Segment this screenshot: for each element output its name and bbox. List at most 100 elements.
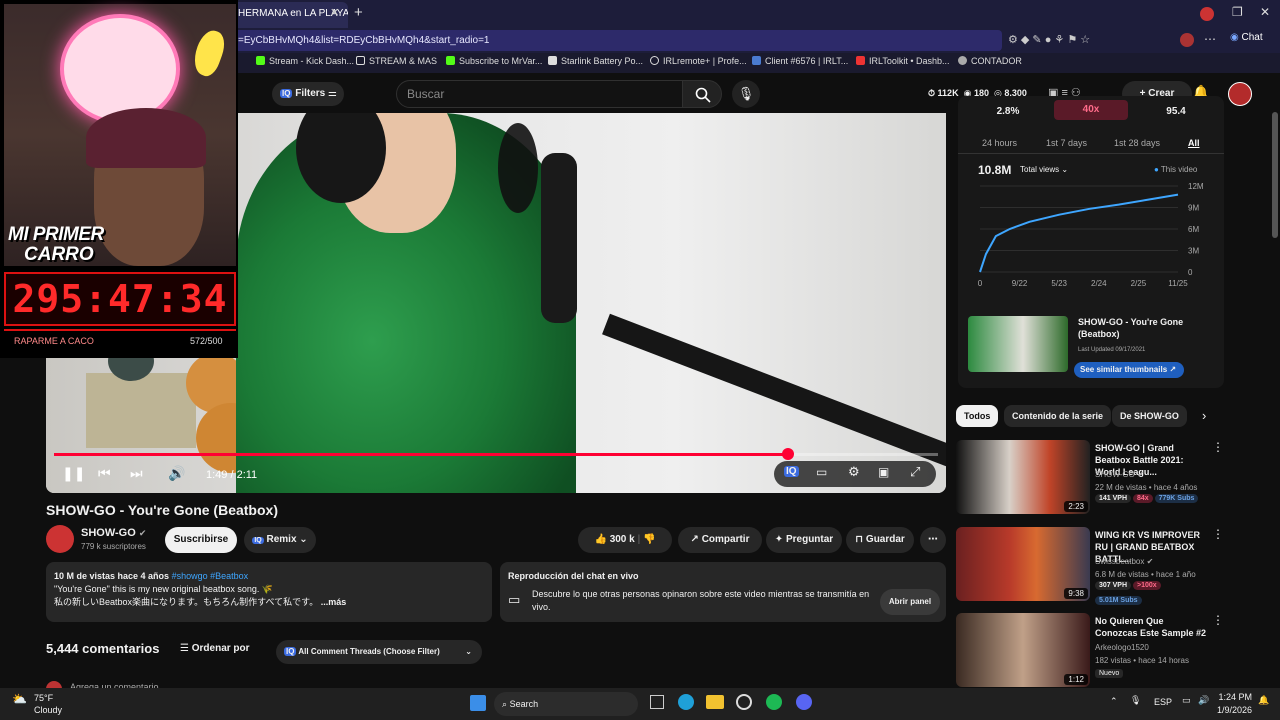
- range-tab[interactable]: 1st 7 days: [1046, 138, 1087, 148]
- search-icon: ⌕: [502, 699, 508, 709]
- video-thumbnail[interactable]: [968, 316, 1068, 372]
- restore-icon[interactable]: ❐: [1232, 5, 1243, 19]
- like-button[interactable]: 👍 300 k | 👎: [578, 527, 672, 553]
- task-view-icon[interactable]: [650, 695, 664, 709]
- weather-icon[interactable]: ⛅: [12, 692, 27, 706]
- more-menu-icon[interactable]: ⋯: [1204, 32, 1216, 46]
- live-chat-replay-box: Reproducción del chat en vivo ▭ Descubre…: [500, 562, 946, 622]
- microphone-icon[interactable]: 🎙: [1130, 695, 1141, 706]
- progress-handle[interactable]: [781, 448, 794, 460]
- chip-series[interactable]: Contenido de la serie: [1004, 405, 1112, 427]
- comment-filter-select[interactable]: IQ All Comment Threads (Choose Filter) ⌄: [276, 640, 482, 664]
- bookmark-item[interactable]: Starlink Battery Po...: [548, 56, 643, 66]
- range-tab[interactable]: 1st 28 days: [1114, 138, 1160, 148]
- recommendation-channel: Arkeologo1520: [1095, 643, 1149, 652]
- thumbs-up-icon: 👍: [594, 534, 607, 545]
- bookmark-item[interactable]: Subscribe to MrVar...: [446, 56, 542, 66]
- chip-all[interactable]: Todos: [956, 405, 999, 427]
- x-tick-label: 9/22: [1012, 279, 1028, 288]
- description-tags[interactable]: #showgo #Beatbox: [172, 571, 249, 581]
- sort-button[interactable]: ☰ Ordenar por: [180, 643, 250, 654]
- save-button[interactable]: ⊓ Guardar: [846, 527, 914, 553]
- more-options-icon[interactable]: ⋮: [1212, 527, 1224, 541]
- edge-icon[interactable]: [678, 694, 694, 710]
- avatar[interactable]: [1228, 82, 1252, 106]
- start-icon[interactable]: [470, 695, 486, 711]
- extensions-icons[interactable]: ⚙ ◆ ✎ ● ⚘ ⚑ ☆: [1008, 33, 1090, 46]
- more-link[interactable]: ...más: [321, 597, 347, 607]
- settings-icon[interactable]: ⚙: [848, 464, 860, 480]
- chat-title: Reproducción del chat en vivo: [508, 571, 639, 581]
- obs-icon[interactable]: [736, 694, 752, 710]
- description-box[interactable]: 10 M de vistas hace 4 años #showgo #Beat…: [46, 562, 492, 622]
- new-tab-icon[interactable]: +: [354, 4, 363, 21]
- bookmark-item[interactable]: Client #6576 | IRLT...: [752, 56, 848, 66]
- iq-icon[interactable]: IQ: [784, 466, 799, 477]
- filters-button[interactable]: IQ Filters ⚌: [272, 82, 344, 106]
- clock-date: 1/9/2026: [1216, 705, 1252, 715]
- close-tab-icon[interactable]: ✕: [330, 6, 339, 19]
- url-field[interactable]: =EyCbBHvMQh4&list=RDEyCbBHvMQh4&start_ra…: [232, 30, 1002, 51]
- range-tab[interactable]: 24 hours: [982, 138, 1017, 148]
- range-tab-active[interactable]: All: [1188, 138, 1200, 148]
- channel-name[interactable]: SHOW-GO ✔: [81, 527, 146, 539]
- bookmark-item[interactable]: IRLremote+ | Profe...: [650, 56, 747, 66]
- network-icon[interactable]: ▭: [1182, 695, 1191, 706]
- subscribe-button[interactable]: Suscribirse: [165, 527, 237, 553]
- more-actions-icon[interactable]: ⋯: [920, 527, 946, 553]
- total-views-select[interactable]: Total views ⌄: [1020, 165, 1068, 174]
- chevron-right-icon[interactable]: ›: [1202, 408, 1206, 423]
- channel-avatar[interactable]: [46, 525, 74, 553]
- bookmark-item[interactable]: IRLToolkit • Dashb...: [856, 56, 950, 66]
- search-button[interactable]: [682, 80, 722, 108]
- bookmark-item[interactable]: Stream - Kick Dash...: [256, 56, 354, 66]
- previous-icon[interactable]: ⏮: [98, 465, 111, 482]
- volume-icon[interactable]: 🔊: [1198, 695, 1209, 706]
- language-indicator[interactable]: ESP: [1154, 697, 1172, 707]
- notification-icon[interactable]: 🔔: [1258, 695, 1269, 706]
- legend-label: This video: [1160, 165, 1198, 174]
- profile-avatar[interactable]: [1200, 7, 1214, 21]
- fullscreen-icon[interactable]: ⤢: [910, 464, 920, 480]
- close-window-icon[interactable]: ✕: [1260, 5, 1270, 19]
- copilot-label: Chat: [1241, 32, 1263, 43]
- outlier-badge: 84x: [1132, 494, 1153, 503]
- copilot-button[interactable]: ◉ Chat: [1230, 32, 1263, 43]
- recommendation-item[interactable]: 2:23 SHOW-GO | Grand Beatbox Battle 2021…: [956, 440, 1236, 516]
- bookmark-label: Starlink Battery Po...: [561, 56, 644, 66]
- bookmark-label: IRLToolkit • Dashb...: [869, 56, 950, 66]
- ask-button[interactable]: ✦ Preguntar: [766, 527, 842, 553]
- recommendation-item[interactable]: 9:38 WING KR VS IMPROVER RU | GRAND BEAT…: [956, 527, 1236, 605]
- y-tick-label: 3M: [1188, 247, 1199, 256]
- vph-badge: 307 VPH: [1095, 581, 1132, 590]
- open-panel-button[interactable]: Abrir panel: [880, 589, 940, 615]
- recommendation-meta: 22 M de vistas • hace 4 años: [1095, 483, 1198, 492]
- theater-icon[interactable]: ▣: [878, 465, 889, 479]
- channel-text: Swissbeatbox: [1095, 557, 1145, 566]
- copilot-icon: ◉: [1230, 32, 1239, 43]
- chevron-up-icon[interactable]: ⌃: [1110, 696, 1118, 707]
- voice-search-button[interactable]: 🎙: [732, 80, 760, 108]
- search-input[interactable]: Buscar: [396, 80, 684, 108]
- pause-icon[interactable]: ❚❚: [62, 465, 85, 482]
- subtitles-icon[interactable]: ▭: [816, 465, 827, 479]
- more-options-icon[interactable]: ⋮: [1212, 613, 1224, 627]
- profile-icon[interactable]: [1180, 33, 1194, 47]
- taskbar-search[interactable]: ⌕ Search: [494, 692, 638, 716]
- page-scrollbar[interactable]: [1272, 112, 1278, 238]
- spotify-icon[interactable]: [766, 694, 782, 710]
- discord-icon[interactable]: [796, 694, 812, 710]
- recommendation-item[interactable]: 1:12 No Quieren Que Conozcas Este Sample…: [956, 613, 1236, 689]
- more-options-icon[interactable]: ⋮: [1212, 440, 1224, 454]
- next-icon[interactable]: ⏭: [130, 465, 143, 482]
- irltoolkit-icon: [856, 56, 865, 65]
- chip-channel[interactable]: De SHOW-GO: [1112, 405, 1187, 427]
- file-explorer-icon[interactable]: [706, 695, 724, 709]
- remix-button[interactable]: IQ Remix ⌄: [244, 527, 316, 553]
- bookmark-item[interactable]: CONTADOR: [958, 56, 1022, 66]
- volume-icon[interactable]: 🔊: [168, 465, 185, 482]
- similar-thumbnails-button[interactable]: See similar thumbnails ↗: [1074, 362, 1184, 378]
- share-button[interactable]: ↗ Compartir: [678, 527, 762, 553]
- bookmark-item[interactable]: STREAM & MAS: [356, 56, 437, 66]
- verified-icon: ✔: [138, 528, 147, 538]
